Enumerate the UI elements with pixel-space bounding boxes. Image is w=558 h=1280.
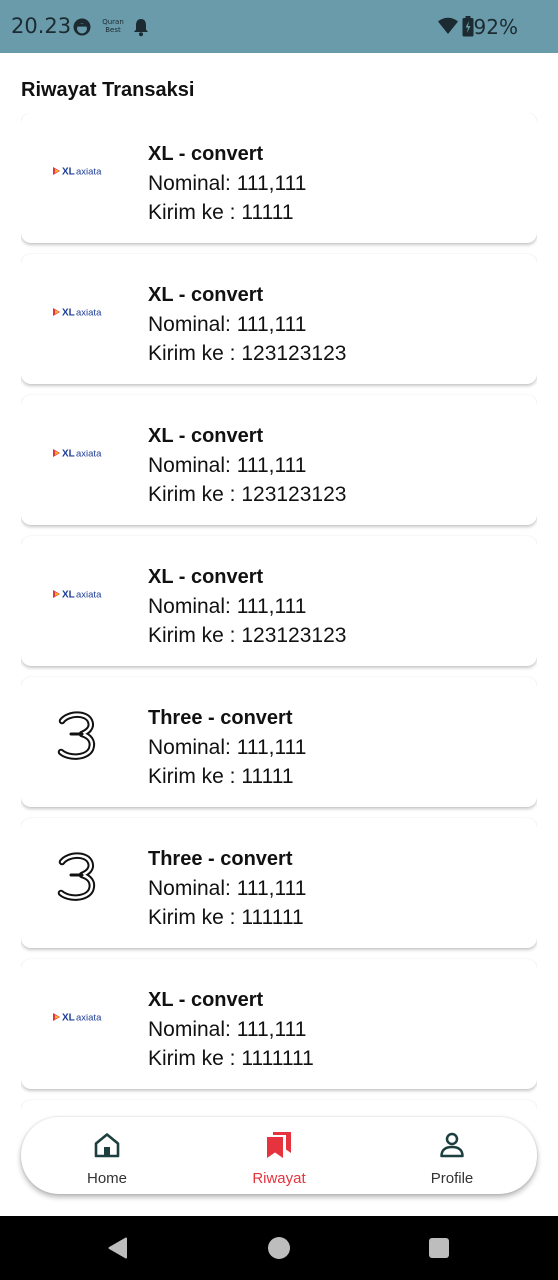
transaction-card[interactable] xyxy=(21,1100,537,1113)
battery-percent: 92% xyxy=(473,15,518,39)
transaction-title: XL - convert xyxy=(148,566,264,588)
transaction-title: XL - convert xyxy=(148,989,264,1011)
svg-text:axiata: axiata xyxy=(76,308,102,319)
transaction-card[interactable]: XL axiata XL - convert Nominal: 111,111 … xyxy=(21,959,537,1089)
status-time: 20.23 xyxy=(11,14,72,38)
svg-text:XL: XL xyxy=(62,167,75,178)
page-title: Riwayat Transaksi xyxy=(21,79,195,101)
transaction-nominal: Nominal: 111,111 xyxy=(148,172,307,195)
svg-text:XL: XL xyxy=(62,308,75,319)
transaction-title: Three - convert xyxy=(148,707,293,729)
bell-icon xyxy=(133,18,149,42)
face-icon xyxy=(72,17,92,42)
svg-text:axiata: axiata xyxy=(76,590,102,601)
xl-axiata-logo: XL axiata xyxy=(49,566,105,622)
nav-home[interactable]: Home xyxy=(37,1117,177,1194)
transaction-recipient: Kirim ke : 11111 xyxy=(148,765,294,788)
transaction-nominal: Nominal: 111,111 xyxy=(148,877,307,900)
transaction-details: XL - convert Nominal: 111,111 Kirim ke :… xyxy=(148,563,346,650)
transaction-recipient: Kirim ke : 123123123 xyxy=(148,624,347,647)
transaction-recipient: Kirim ke : 123123123 xyxy=(148,342,347,365)
transaction-card[interactable]: XL axiata XL - convert Nominal: 111,111 … xyxy=(21,536,537,666)
person-icon xyxy=(438,1131,466,1159)
transaction-card[interactable]: Three - convert Nominal: 111,111 Kirim k… xyxy=(21,818,537,948)
bookmarks-icon xyxy=(265,1131,293,1159)
svg-text:axiata: axiata xyxy=(76,1013,102,1024)
svg-text:axiata: axiata xyxy=(76,167,102,178)
transaction-details: XL - convert Nominal: 111,111 Kirim ke :… xyxy=(148,422,346,509)
back-icon[interactable] xyxy=(106,1236,130,1265)
svg-text:axiata: axiata xyxy=(76,449,102,460)
home-circle-icon[interactable] xyxy=(267,1236,291,1265)
transaction-card[interactable]: XL axiata XL - convert Nominal: 111,111 … xyxy=(21,395,537,525)
nav-profile[interactable]: Profile xyxy=(382,1117,522,1194)
quran-best-icon: Quran Best xyxy=(102,18,124,34)
xl-axiata-logo: XL axiata xyxy=(49,989,105,1045)
bottom-navigation: Home Riwayat Profile xyxy=(21,1117,537,1194)
transaction-title: Three - convert xyxy=(148,848,293,870)
transaction-details: XL - convert Nominal: 111,111 Kirim ke :… xyxy=(148,281,346,368)
xl-axiata-logo: XL axiata xyxy=(49,284,105,340)
transaction-details: XL - convert Nominal: 111,111 Kirim ke :… xyxy=(148,986,314,1073)
transaction-nominal: Nominal: 111,111 xyxy=(148,595,307,618)
svg-text:XL: XL xyxy=(62,1013,75,1024)
wifi-icon xyxy=(437,17,459,40)
nav-home-label: Home xyxy=(86,1170,127,1187)
xl-axiata-logo: XL axiata xyxy=(49,143,105,199)
status-bar: 20.23 Quran Best 92% xyxy=(0,0,558,53)
transaction-nominal: Nominal: 111,111 xyxy=(148,736,307,759)
xl-axiata-logo: XL axiata xyxy=(49,425,105,481)
transaction-recipient: Kirim ke : 123123123 xyxy=(148,483,347,506)
system-navigation-bar xyxy=(0,1216,558,1280)
three-logo xyxy=(49,848,105,904)
nav-profile-label: Profile xyxy=(430,1170,474,1187)
nav-riwayat[interactable]: Riwayat xyxy=(209,1117,349,1194)
transaction-nominal: Nominal: 111,111 xyxy=(148,454,307,477)
transaction-title: XL - convert xyxy=(148,143,264,165)
transaction-recipient: Kirim ke : 1111111 xyxy=(148,1047,314,1070)
transaction-details: Three - convert Nominal: 111,111 Kirim k… xyxy=(148,845,306,932)
nav-riwayat-label: Riwayat xyxy=(252,1170,306,1187)
transaction-title: XL - convert xyxy=(148,425,264,447)
home-icon xyxy=(93,1131,121,1159)
transaction-card[interactable]: XL axiata XL - convert Nominal: 111,111 … xyxy=(21,254,537,384)
svg-text:XL: XL xyxy=(62,590,75,601)
battery-icon xyxy=(462,16,474,42)
transaction-title: XL - convert xyxy=(148,284,264,306)
recents-icon[interactable] xyxy=(428,1237,450,1264)
transaction-recipient: Kirim ke : 11111 xyxy=(148,201,294,224)
transaction-list[interactable]: XL axiata XL - convert Nominal: 111,111 … xyxy=(21,113,537,1113)
transaction-nominal: Nominal: 111,111 xyxy=(148,1018,307,1041)
transaction-nominal: Nominal: 111,111 xyxy=(148,313,307,336)
svg-text:XL: XL xyxy=(62,449,75,460)
transaction-card[interactable]: Three - convert Nominal: 111,111 Kirim k… xyxy=(21,677,537,807)
transaction-card[interactable]: XL axiata XL - convert Nominal: 111,111 … xyxy=(21,113,537,243)
transaction-recipient: Kirim ke : 111111 xyxy=(148,906,304,929)
transaction-details: Three - convert Nominal: 111,111 Kirim k… xyxy=(148,704,306,791)
three-logo xyxy=(49,707,105,763)
transaction-details: XL - convert Nominal: 111,111 Kirim ke :… xyxy=(148,140,306,227)
